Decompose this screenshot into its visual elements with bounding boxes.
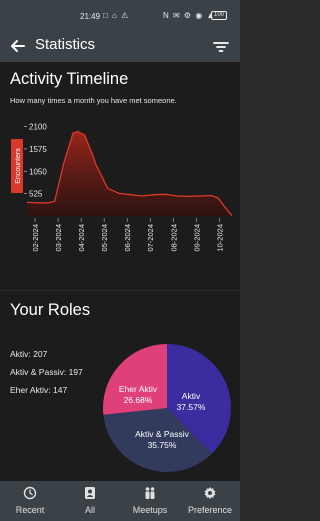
- nav-preference[interactable]: Preference: [180, 481, 240, 521]
- activity-timeline-card: Activity Timeline How many times a month…: [0, 62, 240, 290]
- x-tick-label: 07-2024: [146, 224, 155, 252]
- pie-slice-percent: 37.57%: [177, 402, 206, 412]
- x-tick-label: 02-2024: [31, 224, 40, 252]
- gear-icon: [204, 487, 216, 499]
- x-tick-label: 03-2024: [54, 224, 63, 252]
- status-bar: 21:49 □ ⌂ ⚠ N ✉ ⚙ ◉ ▲ 100: [0, 0, 240, 30]
- x-tick-label: 08-2024: [169, 224, 178, 252]
- pie-slice-percent: 26.68%: [124, 395, 153, 405]
- page-title: Statistics: [35, 36, 96, 53]
- x-tick-label: 04-2024: [77, 224, 86, 252]
- roles-title: Your Roles: [10, 301, 91, 319]
- people-icon: [145, 487, 155, 499]
- battery-icon: 100: [211, 11, 227, 20]
- nav-preference-label: Preference: [187, 505, 233, 515]
- arrow-left-icon[interactable]: [8, 36, 28, 56]
- nav-recent[interactable]: Recent: [0, 481, 60, 521]
- svg-text:Encounters: Encounters: [15, 148, 22, 184]
- contacts-icon: [85, 487, 95, 499]
- nav-meetups-label: Meetups: [132, 505, 168, 515]
- y-tick-label: 525: [29, 190, 43, 199]
- y-axis-label: Encounters: [11, 139, 23, 193]
- system-icons: N ✉ ⚙ ◉ ▲: [163, 11, 216, 20]
- bottom-navigation: Recent All Meetups Preference: [0, 481, 240, 521]
- pie-slice-label: Aktiv: [182, 391, 201, 401]
- y-tick-label: 2100: [29, 123, 47, 132]
- your-roles-card: Your Roles Aktiv: 207 Aktiv & Passiv: 19…: [0, 291, 240, 481]
- notification-icons: □ ⌂ ⚠: [103, 11, 130, 20]
- timeline-title: Activity Timeline: [10, 70, 129, 88]
- roles-pie-chart: Aktiv37.57% Aktiv & Passiv35.75% Eher Akti…: [103, 344, 232, 472]
- timeline-subtitle: How many times a month you have met some…: [10, 96, 177, 105]
- y-tick-label: 1050: [29, 167, 47, 176]
- y-tick-label: 1575: [29, 145, 47, 154]
- pie-slice-percent: 35.75%: [148, 440, 177, 450]
- nav-recent-label: Recent: [15, 505, 45, 515]
- x-tick-label: 09-2024: [192, 224, 201, 252]
- pie-slice-label: Aktiv & Passiv: [135, 429, 190, 439]
- filter-icon[interactable]: [212, 38, 230, 56]
- timeline-area: [27, 131, 232, 216]
- role-count-eher-aktiv: Eher Aktiv: 147: [10, 385, 68, 395]
- x-tick-label: 10-2024: [215, 224, 224, 252]
- clock-icon: [23, 486, 37, 500]
- nav-all[interactable]: All: [60, 481, 120, 521]
- app-bar: Statistics: [0, 30, 240, 62]
- nav-all-label: All: [84, 505, 95, 515]
- pie-slice-label: Eher Aktiv: [119, 384, 158, 394]
- nav-meetups[interactable]: Meetups: [120, 481, 180, 521]
- role-count-aktiv: Aktiv: 207: [10, 349, 48, 359]
- role-count-aktiv-passiv: Aktiv & Passiv: 197: [10, 367, 83, 377]
- x-tick-label: 06-2024: [123, 224, 132, 252]
- activity-chart: 525 1050 1575 2100 Encounters 02-2024 03-2024 0…: [11, 123, 233, 252]
- x-tick-label: 05-2024: [100, 224, 109, 252]
- status-time: 21:49: [80, 12, 101, 21]
